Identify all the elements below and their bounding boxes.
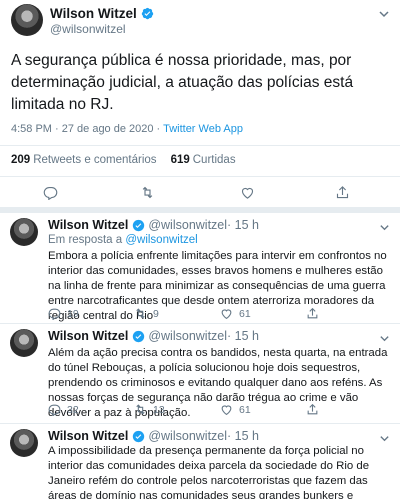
retweet-icon <box>136 308 145 319</box>
in-reply-to: Em resposta a @wilsonwitzel <box>48 234 198 246</box>
divider <box>0 145 400 146</box>
avatar[interactable] <box>10 429 38 457</box>
tweet-stats: 209 Retweets e comentários 619 Curtidas <box>11 154 236 166</box>
like-icon[interactable] <box>240 185 255 200</box>
reply-time[interactable]: · 15 h <box>227 329 259 343</box>
chevron-down-icon[interactable] <box>378 8 390 20</box>
reply-actions: 19 9 61 <box>48 307 392 321</box>
divider <box>0 423 400 424</box>
reply-actions: 32 13 61 <box>48 403 392 417</box>
retweet-action[interactable]: 13 <box>134 403 165 416</box>
reply-header: Wilson Witzel @wilsonwitzel · 15 h <box>48 429 259 443</box>
reply-action[interactable]: 19 <box>48 307 79 320</box>
avatar[interactable] <box>10 329 38 357</box>
reply-tweet[interactable]: Wilson Witzel @wilsonwitzel · 15 h Em re… <box>0 214 400 322</box>
reply-tweet[interactable]: Wilson Witzel @wilsonwitzel · 15 h A imp… <box>0 425 400 499</box>
source-app-link[interactable]: Twitter Web App <box>163 123 243 135</box>
author-name[interactable]: Wilson Witzel <box>48 429 128 443</box>
tweet-text: A segurança pública é nossa prioridade, … <box>11 52 354 113</box>
author-name[interactable]: Wilson Witzel <box>50 6 137 21</box>
author-name-row[interactable]: Wilson Witzel <box>50 6 154 21</box>
retweets-count: 209 <box>11 154 31 166</box>
in-reply-handle-link[interactable]: @wilsonwitzel <box>125 234 197 246</box>
like-icon <box>221 405 232 416</box>
like-count: 61 <box>239 403 251 416</box>
verified-badge-icon <box>141 7 154 20</box>
reply-time[interactable]: · 15 h <box>227 218 259 232</box>
like-count: 61 <box>239 307 251 320</box>
retweet-count: 9 <box>153 307 159 320</box>
reply-tweet[interactable]: Wilson Witzel @wilsonwitzel · 15 h Além … <box>0 325 400 421</box>
avatar[interactable] <box>11 4 43 36</box>
like-icon <box>221 309 232 320</box>
retweet-count: 13 <box>153 403 165 416</box>
author-handle[interactable]: @wilsonwitzel <box>148 429 227 443</box>
reply-time[interactable]: · 15 h <box>227 429 259 443</box>
like-action[interactable]: 61 <box>220 403 251 416</box>
retweet-action[interactable]: 9 <box>134 307 159 320</box>
divider <box>0 323 400 324</box>
tweet-meta: 4:58 PM · 27 de ago de 2020 · Twitter We… <box>11 123 243 135</box>
chevron-down-icon[interactable] <box>379 220 390 238</box>
author-handle[interactable]: @wilsonwitzel <box>148 329 227 343</box>
retweet-icon <box>136 404 145 415</box>
reply-icon <box>48 404 61 416</box>
section-divider <box>0 207 400 213</box>
reply-header: Wilson Witzel @wilsonwitzel · 15 h <box>48 329 259 343</box>
in-reply-prefix: Em resposta a <box>48 234 126 246</box>
share-action[interactable] <box>306 307 325 320</box>
reply-action[interactable]: 32 <box>48 403 79 416</box>
reply-count: 32 <box>67 403 79 416</box>
reply-text: A impossibilidade da presença permanente… <box>48 445 370 499</box>
reply-icon[interactable] <box>43 185 58 200</box>
likes-stat[interactable]: 619 Curtidas <box>171 154 236 166</box>
author-handle[interactable]: @wilsonwitzel <box>148 218 227 232</box>
retweets-label: Retweets e comentários <box>33 154 157 166</box>
reply-icon <box>48 308 61 320</box>
retweets-stat[interactable]: 209 Retweets e comentários <box>11 154 157 166</box>
retweet-icon[interactable] <box>140 185 155 200</box>
timestamp[interactable]: 4:58 PM · 27 de ago de 2020 · <box>11 123 163 135</box>
main-tweet-actions <box>0 185 400 201</box>
like-action[interactable]: 61 <box>220 307 251 320</box>
share-icon[interactable] <box>335 185 350 200</box>
verified-badge-icon <box>132 330 145 343</box>
share-icon <box>307 403 318 415</box>
author-name[interactable]: Wilson Witzel <box>48 329 128 343</box>
likes-count: 619 <box>170 154 190 166</box>
main-tweet: Wilson Witzel @wilsonwitzel A segurança … <box>0 0 400 205</box>
reply-header: Wilson Witzel @wilsonwitzel · 15 h <box>48 218 259 232</box>
avatar[interactable] <box>10 218 38 246</box>
author-handle[interactable]: @wilsonwitzel <box>50 22 126 36</box>
reply-count: 19 <box>67 307 79 320</box>
verified-badge-icon <box>132 219 145 232</box>
share-action[interactable] <box>306 403 325 416</box>
verified-badge-icon <box>132 430 145 443</box>
author-name[interactable]: Wilson Witzel <box>48 218 128 232</box>
divider <box>0 176 400 177</box>
share-icon <box>307 307 318 319</box>
likes-label: Curtidas <box>192 154 236 166</box>
